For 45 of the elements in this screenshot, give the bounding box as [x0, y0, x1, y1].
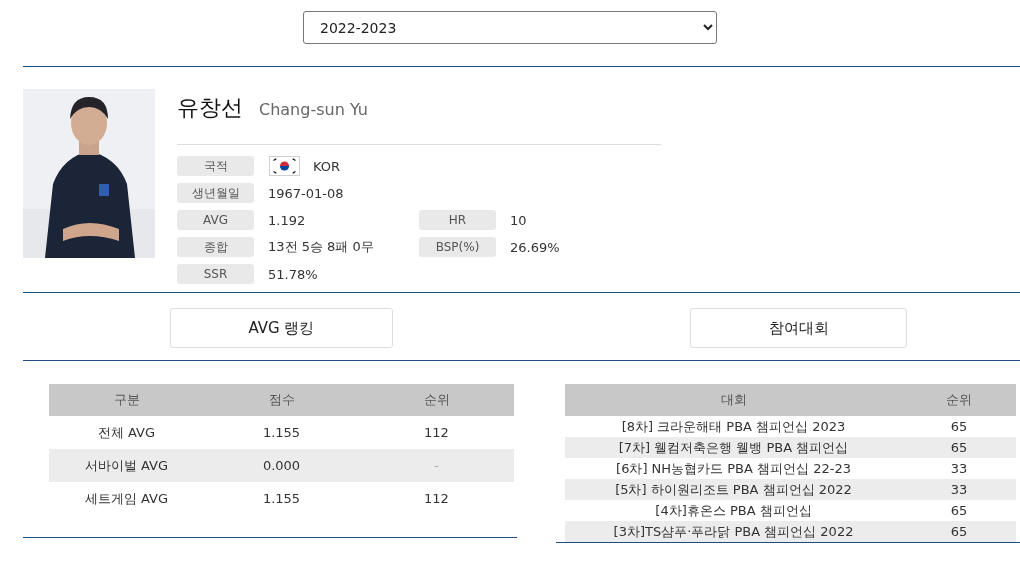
section-button[interactable]: AVG 랭킹 [170, 308, 393, 348]
column-header: 구분 [112, 391, 141, 409]
info-value: 1.192 [268, 212, 306, 228]
info-label: AVG [177, 210, 254, 230]
info-value: KOR [313, 158, 341, 174]
table-cell-text: 서바이벌 AVG [83, 456, 170, 475]
table-cell-text: 65 [949, 503, 969, 518]
info-label: 종합 [177, 237, 254, 257]
info-label: 국적 [177, 156, 254, 176]
season-select[interactable]: 2022-2023 [303, 11, 717, 44]
info-value: 10 [510, 212, 527, 228]
table-cell-text: 전체 AVG [96, 423, 157, 442]
table-cell-text: 세트게임 AVG [83, 489, 170, 508]
table-cell-text: 33 [949, 482, 969, 497]
info-label: HR [419, 210, 496, 230]
table-cell-text: [4차]휴온스 PBA 챔피언십 [654, 501, 813, 520]
column-header: 순위 [422, 391, 451, 409]
table-cell-text: 112 [423, 425, 450, 440]
player-name: 유창선 [177, 94, 243, 122]
column-header: 대회 [719, 391, 748, 409]
info-value: 13전 5승 8패 0무 [268, 238, 374, 256]
column-header: 순위 [945, 391, 973, 409]
table-cell-text: 65 [949, 440, 969, 455]
table-cell-text: 65 [949, 524, 969, 539]
table-cell-text: - [433, 458, 440, 473]
table-cell-text: [6차] NH농협카드 PBA 챔피언십 22-23 [615, 459, 852, 478]
section-button[interactable]: 참여대회 [690, 308, 907, 348]
table-cell-text: [5차] 하이원리조트 PBA 챔피언십 2022 [614, 480, 853, 499]
info-label: SSR [177, 264, 254, 284]
info-value: 51.78% [268, 266, 318, 282]
table-cell-text: 1.155 [261, 425, 302, 440]
info-value: 1967-01-08 [268, 185, 344, 201]
table-cell-text: 112 [423, 491, 450, 506]
table-cell-text: 33 [949, 461, 969, 476]
table-cell-text: [8차] 크라운해태 PBA 챔피언십 2023 [620, 417, 847, 436]
table-cell-text: [7차] 웰컴저축은행 웰뱅 PBA 챔피언십 [617, 438, 850, 457]
info-label: 생년월일 [177, 183, 254, 203]
info-value: 26.69% [510, 239, 560, 255]
column-header: 점수 [267, 391, 296, 409]
player-name-english: Chang-sun Yu [259, 100, 368, 119]
table-cell-text: 1.155 [261, 491, 302, 506]
info-label: BSP(%) [419, 237, 496, 257]
table-cell-text: 65 [949, 419, 969, 434]
table-cell-text: [3차]TS샴푸·푸라닭 PBA 챔피언십 2022 [612, 522, 855, 541]
table-cell-text: 0.000 [261, 458, 302, 473]
